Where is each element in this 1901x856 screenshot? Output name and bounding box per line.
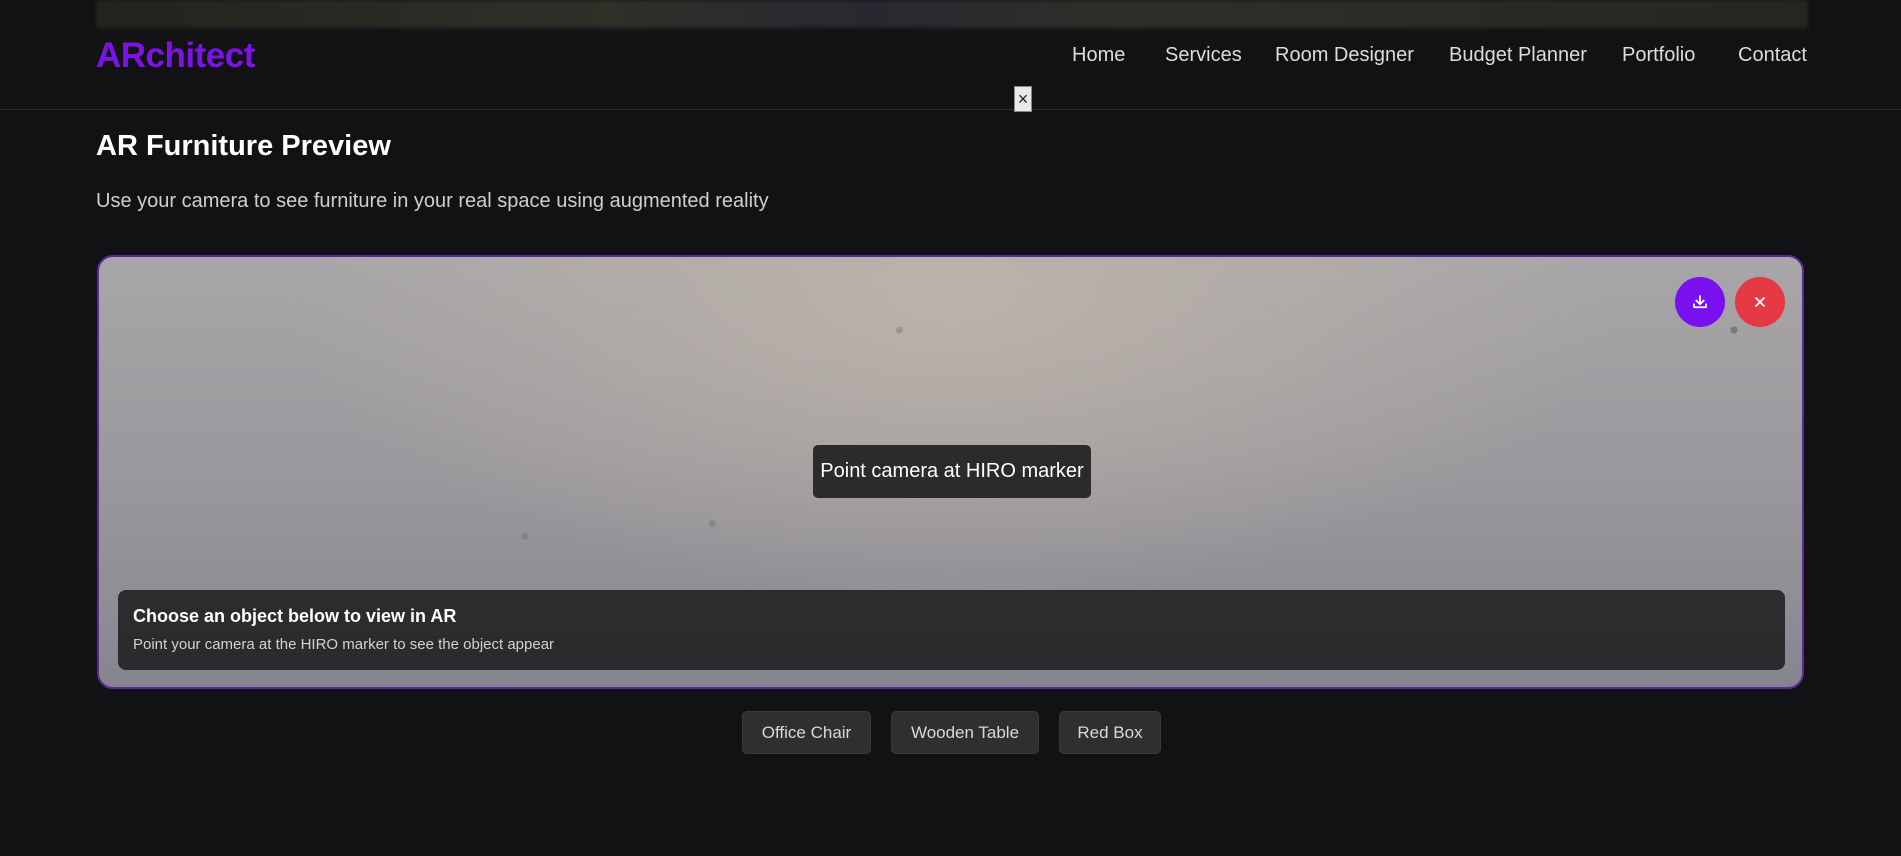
marker-hint: Point camera at HIRO marker [813,445,1091,498]
nav-contact[interactable]: Contact [1738,44,1807,67]
main-nav: × Home Services Room Designer Budget Pla… [0,44,1901,112]
nav-budget-planner[interactable]: Budget Planner [1449,44,1587,67]
download-icon [1693,295,1707,309]
info-title: Choose an object below to view in AR [133,606,457,626]
nav-room-designer[interactable]: Room Designer [1275,44,1414,67]
object-button-red-box[interactable]: Red Box [1059,711,1161,754]
close-ar-button[interactable] [1735,277,1785,327]
object-button-office-chair[interactable]: Office Chair [742,711,871,754]
object-button-wooden-table[interactable]: Wooden Table [891,711,1039,754]
close-icon[interactable]: × [1014,86,1032,112]
close-icon [1755,297,1765,307]
page-subtitle: Use your camera to see furniture in your… [96,190,769,212]
nav-services[interactable]: Services [1165,44,1242,67]
info-description: Point your camera at the HIRO marker to … [133,636,555,653]
nav-home[interactable]: Home [1072,44,1125,67]
ar-info-panel: Choose an object below to view in AR Poi… [118,590,1785,670]
ar-camera-viewport[interactable]: Point camera at HIRO marker Choose an ob… [97,255,1804,689]
page-title: AR Furniture Preview [96,130,391,162]
nav-portfolio[interactable]: Portfolio [1622,44,1695,67]
download-button[interactable] [1675,277,1725,327]
site-header: ARchitect × Home Services Room Designer … [0,0,1901,112]
